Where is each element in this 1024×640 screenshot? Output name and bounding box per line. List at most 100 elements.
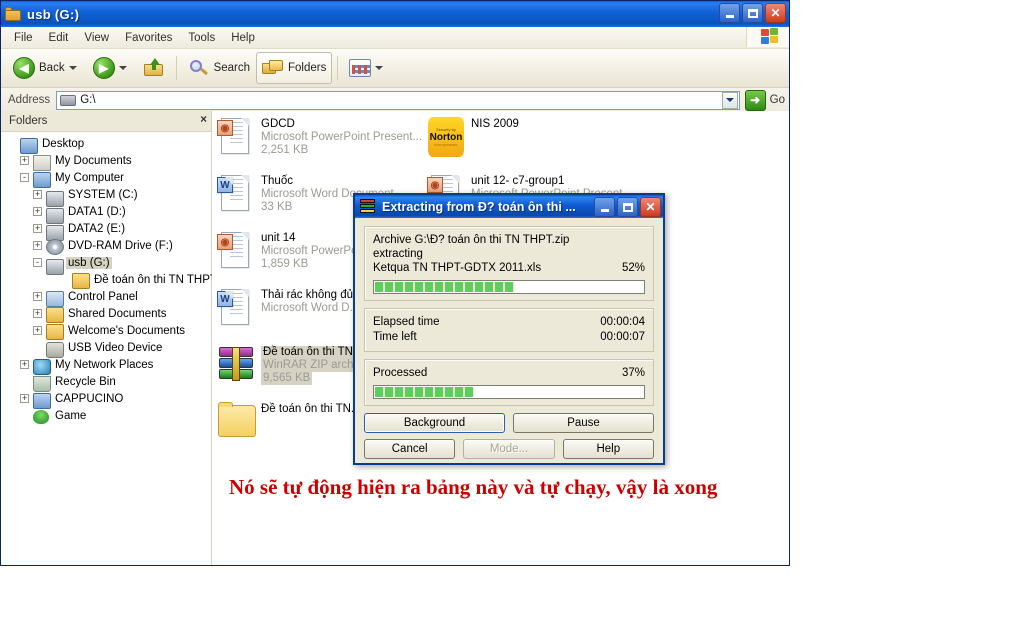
address-label: Address [8, 94, 51, 106]
tree-item-my-network-places[interactable]: + My Network Places [7, 356, 211, 375]
expand-icon[interactable]: + [33, 224, 42, 233]
tree-item-desktop[interactable]: Desktop [7, 135, 211, 154]
expand-icon[interactable]: + [33, 207, 42, 216]
docs-icon [33, 154, 51, 171]
background-button[interactable]: Background [364, 413, 505, 433]
usb-camera-icon [46, 341, 64, 358]
search-icon [188, 58, 210, 78]
menu-item-help[interactable]: Help [223, 30, 263, 46]
file-item[interactable]: ◉ GDCD Microsoft PowerPoint Present... 2,25… [217, 116, 422, 158]
dialog-title: Extracting from Đ? toán ôn thi ... [382, 199, 576, 214]
file-item[interactable]: Đề toán ôn thi TN... WinRAR ZIP arch... 9,… [217, 344, 366, 386]
tree-item-data2-e[interactable]: + DATA2 (E:) [7, 220, 211, 241]
tree-item-recycle-bin[interactable]: Recycle Bin [7, 373, 211, 392]
chevron-down-icon[interactable] [118, 66, 127, 70]
collapse-icon[interactable]: - [33, 258, 42, 267]
views-button[interactable] [343, 52, 393, 84]
file-size: 2,251 KB [261, 144, 309, 156]
tree-item-usb-video-device[interactable]: USB Video Device [7, 339, 211, 358]
expand-icon[interactable]: + [33, 309, 42, 318]
expand-icon[interactable]: + [33, 326, 42, 335]
expand-icon[interactable]: + [33, 190, 42, 199]
processed-row: Processed 37% [373, 366, 645, 381]
tree-item-cappucino[interactable]: + CAPPUCINO [7, 390, 211, 409]
menu-item-favorites[interactable]: Favorites [117, 30, 180, 46]
drive-icon [46, 188, 64, 207]
dialog-maximize-button[interactable] [617, 197, 638, 217]
current-file-row: Ketqua TN THPT-GDTX 2011.xls 52% [373, 261, 645, 276]
cd-drive-icon [46, 238, 64, 255]
address-value: G:\ [80, 94, 96, 106]
folders-icon [262, 58, 284, 78]
tree-item-label: CAPPUCINO [55, 392, 124, 405]
maximize-button[interactable] [742, 3, 763, 23]
file-item[interactable]: Security by Norton from symantec NIS 2009 [427, 116, 519, 158]
file-name: Thuốc [261, 175, 293, 187]
forward-button[interactable]: ▶ [87, 52, 137, 84]
chevron-down-icon[interactable] [375, 66, 384, 70]
elapsed-value: 00:00:04 [600, 316, 645, 328]
tree-item-usb-g[interactable]: - usb (G:) [7, 254, 211, 275]
tree-item-label: Shared Documents [68, 307, 167, 320]
expand-icon[interactable]: + [20, 156, 29, 165]
expand-icon[interactable]: + [33, 292, 42, 301]
collapse-icon[interactable]: - [20, 173, 29, 182]
tree-item-label: Đề toán ôn thi TN THPT [94, 273, 217, 286]
tree-item-my-computer[interactable]: - My Computer [7, 169, 211, 188]
file-name: NIS 2009 [471, 118, 519, 130]
tree-item-to-n-n-thi-tn-thpt[interactable]: Đề toán ôn thi TN THPT [7, 271, 217, 289]
help-button[interactable]: Help [562, 439, 654, 459]
tree-item-label: usb (G:) [66, 256, 112, 269]
tree-item-dvd-ram-drive-f[interactable]: + DVD-RAM Drive (F:) [7, 237, 211, 255]
cancel-button[interactable]: Cancel [364, 439, 456, 459]
tree-item-my-documents[interactable]: + My Documents [7, 152, 211, 171]
search-button[interactable]: Search [182, 52, 256, 84]
menu-item-tools[interactable]: Tools [180, 30, 223, 46]
recycle-bin-icon [33, 375, 51, 392]
pause-button[interactable]: Pause [513, 413, 654, 433]
tree-item-game[interactable]: Game [7, 407, 211, 424]
address-input[interactable]: G:\ [56, 90, 740, 110]
tree-item-system-c[interactable]: + SYSTEM (C:) [7, 186, 211, 207]
window-title: usb (G:) [27, 6, 80, 22]
drive-icon [46, 222, 64, 241]
tree-item-label: DATA1 (D:) [68, 205, 126, 218]
network-icon [33, 358, 51, 375]
tree-item-welcome-s-documents[interactable]: + Welcome's Documents [7, 322, 211, 340]
folders-button[interactable]: Folders [256, 52, 333, 84]
tree-item-control-panel[interactable]: + Control Panel [7, 288, 211, 307]
expand-icon[interactable]: + [20, 394, 29, 403]
file-name: Đề toán ôn thi TN... [261, 403, 361, 415]
folder-icon [72, 272, 90, 289]
dialog-close-button[interactable]: ✕ [640, 197, 661, 217]
dialog-minimize-button[interactable] [594, 197, 615, 217]
address-bar: Address G:\ ➜ Go [1, 88, 789, 113]
up-button[interactable] [137, 52, 171, 84]
folder-icon [5, 6, 22, 22]
tree-item-label: Control Panel [68, 290, 138, 303]
drive-icon [60, 94, 77, 106]
back-button[interactable]: ◀ Back [7, 52, 87, 84]
chevron-down-icon[interactable] [68, 66, 77, 70]
expand-icon[interactable]: + [33, 241, 42, 250]
views-icon [349, 59, 372, 77]
close-button[interactable]: ✕ [765, 3, 786, 23]
go-button[interactable]: ➜ Go [744, 89, 785, 111]
tree-item-data1-d[interactable]: + DATA1 (D:) [7, 203, 211, 224]
menu-item-view[interactable]: View [76, 30, 117, 46]
folder-tree: Desktop + My Documents - My Computer + SYSTEM … [1, 132, 217, 424]
drive-icon [46, 256, 64, 275]
file-item[interactable]: Đề toán ôn thi TN... [217, 401, 361, 443]
powerpoint-file-icon: ◉ [217, 230, 255, 272]
menu-item-file[interactable]: File [6, 30, 41, 46]
minimize-button[interactable] [719, 3, 740, 23]
file-item[interactable]: W Thải rác không đủ làm Microsoft Word D..… [217, 287, 375, 329]
menu-item-edit[interactable]: Edit [41, 30, 77, 46]
close-icon[interactable]: × [200, 115, 207, 127]
expand-icon[interactable]: + [20, 360, 29, 369]
tree-item-shared-documents[interactable]: + Shared Documents [7, 305, 211, 323]
address-dropdown-button[interactable] [721, 91, 738, 109]
back-arrow-icon: ◀ [13, 57, 35, 79]
toolbar-separator [175, 56, 177, 80]
